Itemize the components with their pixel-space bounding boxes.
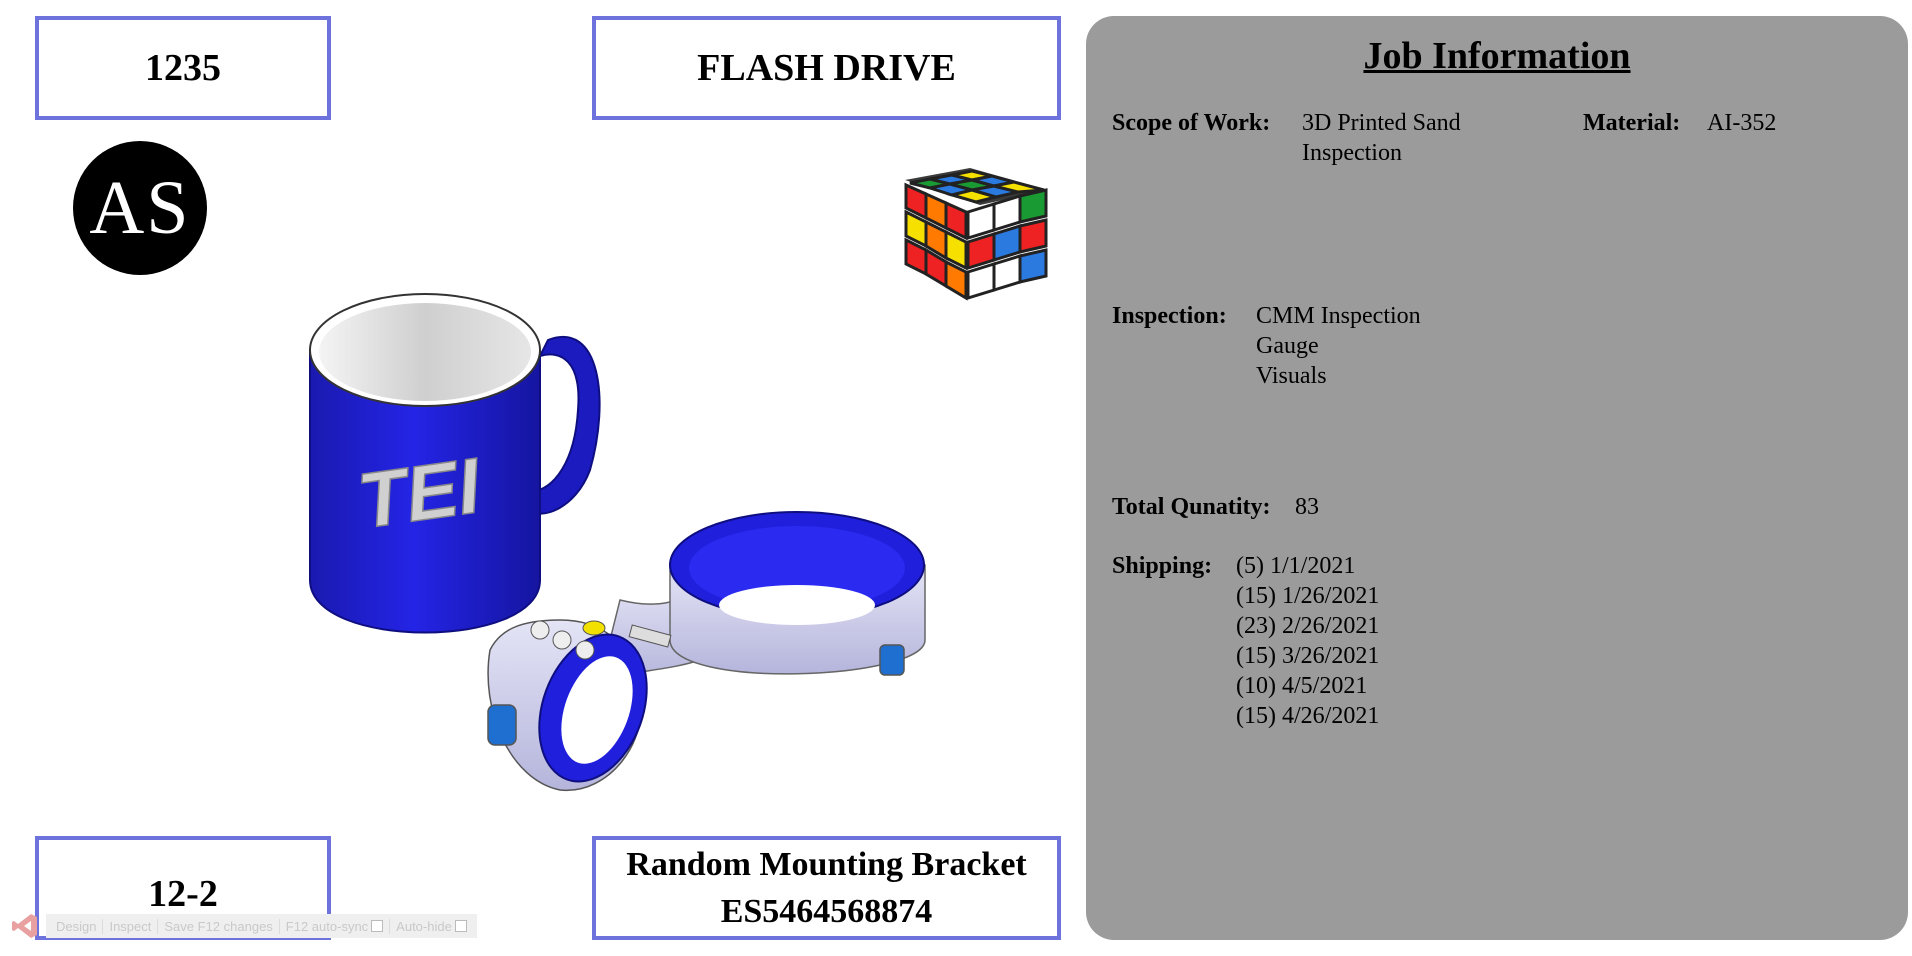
shipping-line: (15) 3/26/2021 — [1236, 643, 1380, 669]
part-description-box: Random Mounting Bracket ES5464568874 — [592, 836, 1061, 940]
part-serial: ES5464568874 — [720, 893, 933, 930]
inspection-label: Inspection: — [1112, 303, 1227, 329]
shipping-line: (23) 2/26/2021 — [1236, 613, 1380, 639]
job-information-panel: Job Information Scope of Work: 3D Printe… — [1086, 16, 1908, 940]
mug-lettering: TEI — [353, 441, 487, 545]
shipping-line: (5) 1/1/2021 — [1236, 553, 1356, 579]
scope-line: 3D Printed Sand — [1302, 110, 1461, 136]
shipping-line: (15) 4/26/2021 — [1236, 703, 1380, 729]
auto-sync-checkbox[interactable] — [371, 920, 384, 932]
visual-studio-icon[interactable] — [8, 909, 42, 943]
auto-sync-toggle[interactable]: F12 auto-sync — [280, 918, 391, 934]
material-label: Material: — [1583, 110, 1681, 136]
shipping-schedule: (5) 1/1/2021 (15) 1/26/2021 (23) 2/26/20… — [1236, 551, 1379, 731]
bracket-model — [487, 511, 926, 791]
inspection-line: CMM Inspection — [1256, 303, 1421, 329]
shipping-label: Shipping: — [1112, 553, 1213, 579]
inspect-button[interactable]: Inspect — [103, 918, 159, 934]
scope-of-work-label: Scope of Work: — [1112, 110, 1271, 136]
material-value: AI-352 — [1707, 110, 1777, 136]
scope-of-work-value: 3D Printed Sand Inspection — [1302, 108, 1461, 168]
auto-hide-checkbox[interactable] — [454, 920, 467, 932]
auto-sync-label: F12 auto-sync — [285, 918, 369, 934]
panel-title: Job Information — [1363, 35, 1631, 77]
part-description: Random Mounting Bracket — [626, 846, 1027, 883]
shipping-line: (10) 4/5/2021 — [1236, 673, 1368, 699]
total-quantity-value: 83 — [1295, 494, 1319, 520]
designer-toolbar: Design Inspect Save F12 changes F12 auto… — [8, 905, 477, 947]
save-changes-button[interactable]: Save F12 changes — [158, 918, 280, 934]
shipping-line: (15) 1/26/2021 — [1236, 583, 1380, 609]
auto-hide-toggle[interactable]: Auto-hide — [390, 919, 473, 934]
auto-hide-label: Auto-hide — [396, 918, 452, 934]
inspection-line: Gauge — [1256, 333, 1319, 359]
part-illustration: TEI — [309, 168, 1048, 791]
rubiks-cube-image — [904, 168, 1048, 301]
total-quantity-label: Total Qunatity: — [1112, 494, 1271, 520]
scope-line: Inspection — [1302, 140, 1402, 166]
design-button[interactable]: Design — [50, 918, 104, 934]
inspection-value: CMM Inspection Gauge Visuals — [1256, 301, 1421, 391]
mug-model: TEI — [309, 293, 601, 634]
inspection-line: Visuals — [1256, 363, 1327, 389]
